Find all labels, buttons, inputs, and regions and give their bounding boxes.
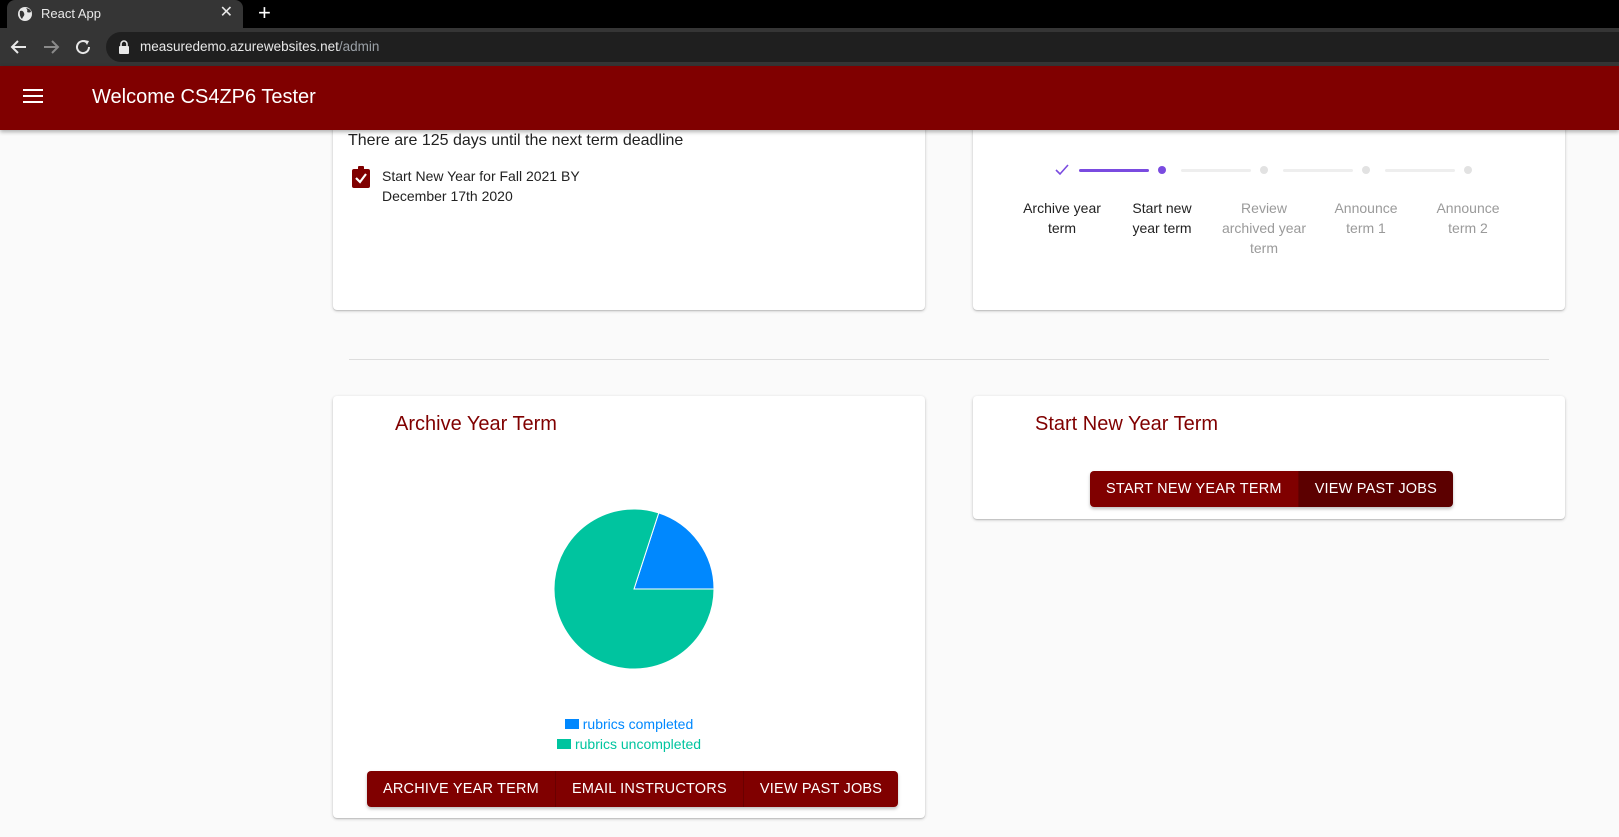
pie-chart — [553, 508, 715, 670]
archive-year-term-button[interactable]: ARCHIVE YEAR TERM — [367, 771, 555, 807]
deadline-task-line1: Start New Year for Fall 2021 BY — [382, 168, 580, 184]
tab-title: React App — [41, 6, 101, 21]
new-year-card: Start New Year Term START NEW YEAR TERM … — [973, 396, 1565, 519]
step-label-announce-2[interactable]: Announce term 2 — [1418, 198, 1518, 238]
legend-label: rubrics uncompleted — [574, 736, 702, 752]
legend-item[interactable]: rubrics uncompleted — [333, 734, 925, 754]
browser-address-bar: measuredemo.azurewebsites.net/admin — [0, 28, 1619, 66]
deadline-countdown: There are 125 days until the next term d… — [348, 132, 684, 149]
new-tab-icon[interactable]: + — [258, 1, 271, 25]
view-past-jobs-button[interactable]: VIEW PAST JOBS — [1297, 471, 1454, 507]
step-dot-active — [1158, 166, 1166, 174]
tab-close-icon[interactable]: ✕ — [220, 4, 233, 22]
step-label-line: Archive year — [1023, 200, 1101, 216]
new-year-card-title: Start New Year Term — [1035, 413, 1219, 435]
lock-icon — [119, 40, 129, 54]
legend-item[interactable]: rubrics completed — [333, 714, 925, 734]
step-label-review[interactable]: Review archived year term — [1214, 198, 1314, 258]
url-text: measuredemo.azurewebsites.net/admin — [140, 39, 379, 54]
step-dot — [1464, 166, 1472, 174]
step-label-line: term — [1250, 240, 1278, 256]
browser-tab-bar: React App ✕ + — [0, 0, 1619, 28]
forward-arrow-icon[interactable] — [42, 38, 60, 56]
step-label-line: term — [1048, 220, 1076, 236]
start-new-year-term-button[interactable]: START NEW YEAR TERM — [1090, 471, 1298, 507]
step-check-icon — [1055, 164, 1069, 176]
app-header: Welcome CS4ZP6 Tester — [0, 66, 1619, 130]
url-input[interactable]: measuredemo.azurewebsites.net/admin — [106, 32, 1619, 62]
step-label-archive[interactable]: Archive year term — [1012, 198, 1112, 238]
archive-card: Archive Year Term rubrics completed rubri… — [333, 396, 925, 818]
step-label-line: Start new — [1132, 200, 1192, 216]
archive-button-group: ARCHIVE YEAR TERM EMAIL INSTRUCTORS VIEW… — [367, 771, 899, 807]
url-path: /admin — [338, 39, 380, 54]
hamburger-menu-icon[interactable] — [23, 89, 43, 105]
reload-icon[interactable] — [74, 38, 92, 56]
step-label-announce-1[interactable]: Announce term 1 — [1316, 198, 1416, 238]
legend-swatch — [564, 719, 579, 729]
deadline-task-text: Start New Year for Fall 2021 BY December… — [382, 166, 622, 206]
deadline-card: There are 125 days until the next term d… — [333, 110, 925, 310]
step-label-line: Review — [1241, 200, 1287, 216]
step-dot — [1362, 166, 1370, 174]
step-connector — [1181, 169, 1251, 172]
deadline-task-line2: December 17th 2020 — [382, 188, 513, 204]
step-dot — [1260, 166, 1268, 174]
step-label-line: Announce — [1334, 200, 1398, 216]
step-connector — [1385, 169, 1455, 172]
step-label-start-new[interactable]: Start new year term — [1112, 198, 1212, 238]
step-label-line: year term — [1132, 220, 1192, 236]
email-instructors-button[interactable]: EMAIL INSTRUCTORS — [554, 771, 743, 807]
new-year-button-group: START NEW YEAR TERM VIEW PAST JOBS — [1090, 471, 1454, 507]
step-connector — [1079, 169, 1149, 172]
assignment-check-icon — [352, 166, 370, 188]
step-connector — [1283, 169, 1353, 172]
section-divider — [349, 359, 1549, 360]
view-past-jobs-button[interactable]: VIEW PAST JOBS — [742, 771, 899, 807]
legend-swatch — [556, 739, 571, 749]
step-label-line: archived year — [1221, 220, 1307, 236]
browser-tab[interactable]: React App ✕ — [7, 0, 243, 28]
chart-legend: rubrics completed rubrics uncompleted — [333, 714, 925, 754]
step-label-line: Announce — [1436, 200, 1500, 216]
back-arrow-icon[interactable] — [10, 38, 28, 56]
page-title: Welcome CS4ZP6 Tester — [92, 86, 316, 108]
legend-label: rubrics completed — [582, 716, 694, 732]
globe-icon — [18, 7, 32, 21]
step-label-line: term 2 — [1448, 220, 1488, 236]
step-label-line: term 1 — [1346, 220, 1386, 236]
stepper-card: Archive year term Start new year term Re… — [973, 110, 1565, 310]
url-host: measuredemo.azurewebsites.net — [140, 39, 339, 54]
